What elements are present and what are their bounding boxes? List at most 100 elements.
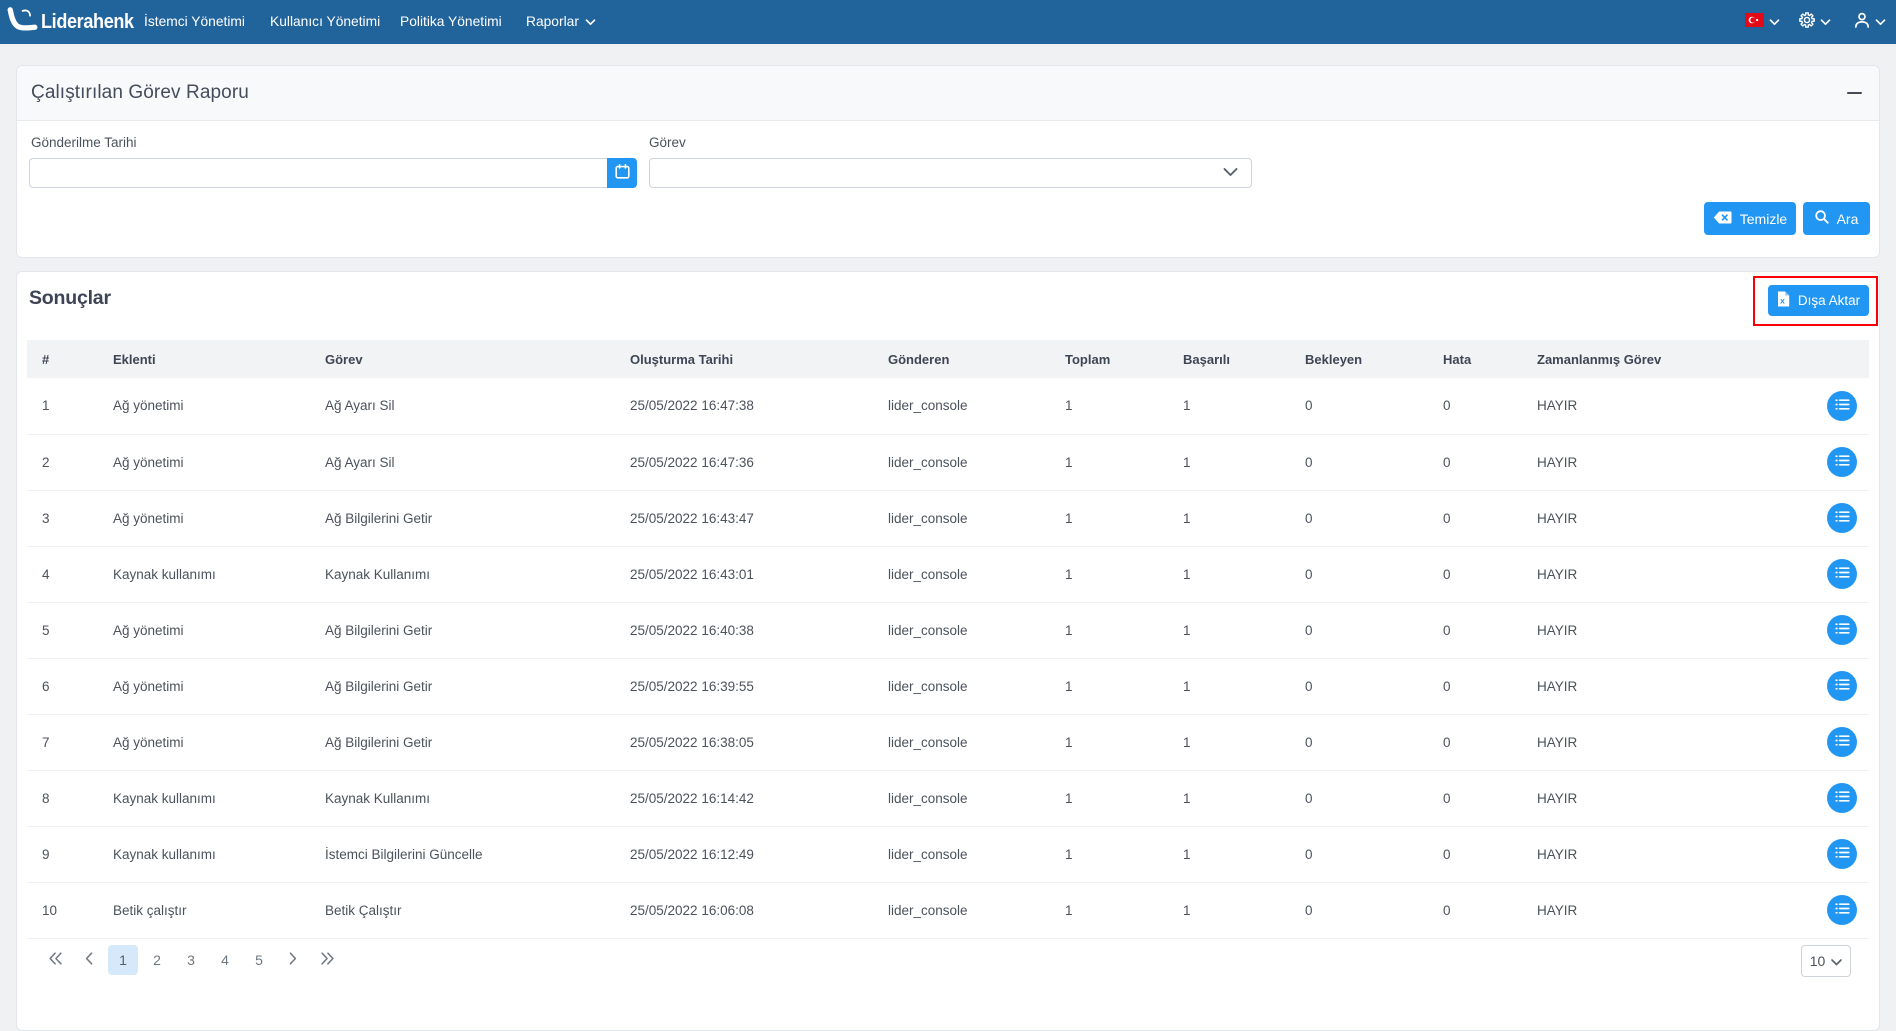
list-icon <box>1834 622 1850 638</box>
table-cell: 25/05/2022 16:39:55 <box>615 658 873 715</box>
column-header: Oluşturma Tarihi <box>615 340 873 378</box>
table-row: 10 Betik çalıştır Betik Çalıştır 25/05/2022… <box>27 882 1869 939</box>
table-cell: HAYIR <box>1522 434 1815 491</box>
nav-item-label: Kullanıcı Yönetimi <box>270 14 381 29</box>
nav-item-3[interactable]: Raporlar <box>510 0 612 44</box>
task-select[interactable] <box>649 158 1252 188</box>
table-cell: 1 <box>1168 770 1290 827</box>
table-cell: 2 <box>27 434 98 491</box>
table-cell: 25/05/2022 16:47:38 <box>615 378 873 435</box>
search-button[interactable]: Ara <box>1803 202 1870 235</box>
page-first[interactable] <box>40 945 70 975</box>
chevron-down-icon <box>1875 13 1886 31</box>
row-actions-button[interactable] <box>1827 783 1857 813</box>
table-cell: Ağ yönetimi <box>98 658 310 715</box>
row-action-cell <box>1815 826 1869 883</box>
chevron-down-icon <box>1820 13 1831 31</box>
navbar: Liderahenk İstemci Yönetimi Kullanıcı Yön… <box>0 0 1896 44</box>
page-size-select[interactable]: 10 <box>1801 945 1851 977</box>
table-cell: 0 <box>1290 602 1428 659</box>
calendar-button[interactable] <box>607 158 637 188</box>
table-header: # Eklenti Görev Oluşturma Tarihi Gönderen Top… <box>27 340 1869 378</box>
list-icon <box>1834 734 1850 750</box>
row-actions-button[interactable] <box>1827 727 1857 757</box>
table-cell: Ağ Bilgilerini Getir <box>310 490 615 547</box>
row-action-cell <box>1815 490 1869 547</box>
language-menu[interactable] <box>1745 0 1780 44</box>
page-prev[interactable] <box>74 945 104 975</box>
table-cell: Ağ Ayarı Sil <box>310 434 615 491</box>
page-last[interactable] <box>312 945 342 975</box>
clear-button[interactable]: Temizle <box>1704 202 1796 235</box>
chevron-right-icon <box>289 950 297 970</box>
table-cell: 0 <box>1428 770 1522 827</box>
clear-icon <box>1713 211 1732 227</box>
turkish-flag-icon <box>1745 12 1764 32</box>
nav-item-0[interactable]: İstemci Yönetimi <box>128 0 261 44</box>
table-cell: 1 <box>1050 658 1168 715</box>
list-icon <box>1834 790 1850 806</box>
date-input-group <box>29 158 637 188</box>
settings-menu[interactable] <box>1799 0 1831 44</box>
liderahenk-logo-icon <box>0 3 38 42</box>
page-1[interactable]: 1 <box>108 945 138 975</box>
table-cell: 0 <box>1290 882 1428 939</box>
nav-item-2[interactable]: Politika Yönetimi <box>384 0 518 44</box>
row-actions-button[interactable] <box>1827 615 1857 645</box>
table-cell: 10 <box>27 882 98 939</box>
column-header: Eklenti <box>98 340 310 378</box>
results-card: Sonuçlar x Dışa Aktar # Eklenti Görev Oluşt… <box>16 271 1880 1031</box>
page-4[interactable]: 4 <box>210 945 240 975</box>
table-cell: Ağ Bilgilerini Getir <box>310 714 615 771</box>
annotation-red-box: x Dışa Aktar <box>1753 276 1878 326</box>
table-cell: HAYIR <box>1522 826 1815 883</box>
row-actions-button[interactable] <box>1827 559 1857 589</box>
page-5[interactable]: 5 <box>244 945 274 975</box>
table-cell: 6 <box>27 658 98 715</box>
row-actions-button[interactable] <box>1827 839 1857 869</box>
table-cell: 1 <box>1168 658 1290 715</box>
page-2[interactable]: 2 <box>142 945 172 975</box>
table-cell: Kaynak kullanımı <box>98 546 310 603</box>
row-actions-button[interactable] <box>1827 447 1857 477</box>
table-cell: 1 <box>1168 434 1290 491</box>
row-actions-button[interactable] <box>1827 895 1857 925</box>
page-next[interactable] <box>278 945 308 975</box>
table-cell: 1 <box>1050 602 1168 659</box>
pagination: 12345 <box>40 945 342 975</box>
collapse-icon[interactable] <box>1847 91 1862 95</box>
table-cell: 25/05/2022 16:14:42 <box>615 770 873 827</box>
nav-item-1[interactable]: Kullanıcı Yönetimi <box>254 0 396 44</box>
table-row: 1 Ağ yönetimi Ağ Ayarı Sil 25/05/2022 16:47… <box>27 378 1869 435</box>
double-chevron-right-icon <box>320 950 334 970</box>
table-cell: 7 <box>27 714 98 771</box>
table-cell: 1 <box>27 378 98 435</box>
user-menu[interactable] <box>1854 0 1886 44</box>
row-action-cell <box>1815 434 1869 491</box>
table-cell: Betik Çalıştır <box>310 882 615 939</box>
brand[interactable]: Liderahenk <box>0 0 146 44</box>
row-actions-button[interactable] <box>1827 503 1857 533</box>
table-cell: HAYIR <box>1522 546 1815 603</box>
chevron-down-icon <box>1223 164 1238 182</box>
table-cell: HAYIR <box>1522 882 1815 939</box>
filter-card-header: Çalıştırılan Görev Raporu <box>17 66 1879 121</box>
row-action-cell <box>1815 882 1869 939</box>
table-cell: 1 <box>1050 546 1168 603</box>
row-action-cell <box>1815 714 1869 771</box>
table-row: 6 Ağ yönetimi Ağ Bilgilerini Getir 25/05/20… <box>27 658 1869 715</box>
page-3[interactable]: 3 <box>176 945 206 975</box>
double-chevron-left-icon <box>48 950 62 970</box>
table-cell: HAYIR <box>1522 658 1815 715</box>
svg-text:x: x <box>1780 296 1785 306</box>
table-cell: HAYIR <box>1522 602 1815 659</box>
table-cell: 25/05/2022 16:06:08 <box>615 882 873 939</box>
table-cell: 1 <box>1050 378 1168 435</box>
row-actions-button[interactable] <box>1827 390 1857 421</box>
export-button[interactable]: x Dışa Aktar <box>1768 285 1869 316</box>
calendar-icon <box>614 164 630 182</box>
date-input[interactable] <box>29 158 607 188</box>
row-actions-button[interactable] <box>1827 671 1857 701</box>
table-cell: 25/05/2022 16:12:49 <box>615 826 873 883</box>
column-header: Başarılı <box>1168 340 1290 378</box>
